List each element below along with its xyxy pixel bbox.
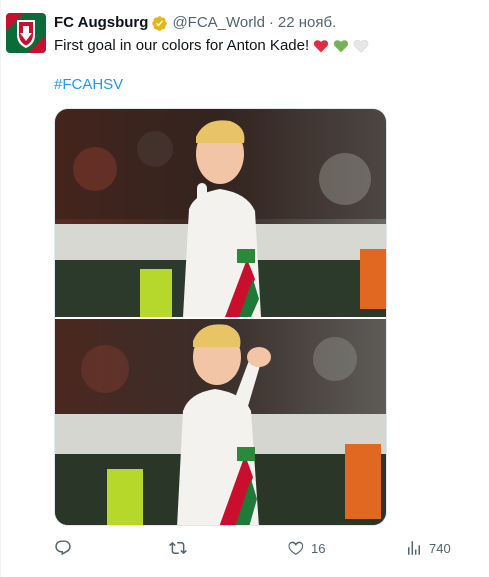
photo-goal-celebration-1[interactable] xyxy=(55,109,386,317)
photo-goal-celebration-2[interactable] xyxy=(55,319,386,525)
like-count: 16 xyxy=(311,540,326,556)
retweet-icon xyxy=(169,541,187,555)
views-count: 740 xyxy=(429,540,451,556)
author-name[interactable]: FC Augsburg xyxy=(54,14,148,32)
action-bar: 16 740 xyxy=(54,539,454,559)
retweet-button[interactable] xyxy=(169,539,193,557)
reply-button[interactable] xyxy=(54,539,78,557)
media-grid xyxy=(54,108,387,526)
heart-icon xyxy=(288,541,304,555)
white-heart-icon xyxy=(353,38,369,54)
green-heart-icon xyxy=(333,38,349,54)
reply-icon xyxy=(55,540,71,556)
tweet-text-content: First goal in our colors for Anton Kade! xyxy=(54,37,310,54)
separator-dot: · xyxy=(268,14,274,31)
tweet-header: FC Augsburg @FCA_World · 22 нояб. xyxy=(54,14,336,32)
views-chart-icon xyxy=(408,541,420,555)
like-button[interactable]: 16 xyxy=(287,539,325,557)
tweet-text: First goal in our colors for Anton Kade! xyxy=(54,36,369,56)
fc-augsburg-logo xyxy=(6,13,46,53)
verified-badge-icon[interactable] xyxy=(151,15,168,32)
author-handle[interactable]: @FCA_World xyxy=(172,14,264,32)
tweet-date[interactable]: 22 нояб. xyxy=(278,14,336,32)
views-button[interactable]: 740 xyxy=(405,539,451,557)
avatar[interactable] xyxy=(6,13,46,53)
hashtag-link[interactable]: #FCAHSV xyxy=(54,76,123,93)
red-heart-icon xyxy=(313,38,329,54)
timeline-border xyxy=(0,0,1,577)
